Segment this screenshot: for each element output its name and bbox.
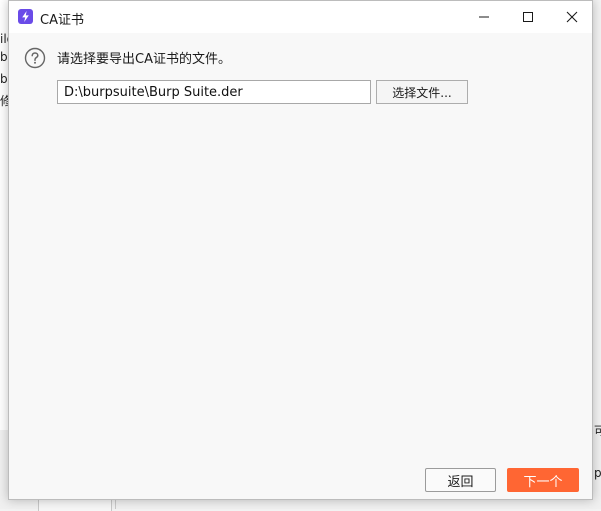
background-text-fragment: 修 xyxy=(0,94,8,108)
minimize-button[interactable] xyxy=(462,1,506,33)
export-prompt-text: 请选择要导出CA证书的文件。 xyxy=(57,52,231,67)
question-mark-icon xyxy=(24,47,46,69)
close-button[interactable] xyxy=(550,1,594,33)
background-text-fragment: b xyxy=(0,72,8,86)
close-icon xyxy=(566,11,578,23)
background-text-fragment: p xyxy=(594,466,601,480)
file-path-input[interactable] xyxy=(57,80,371,104)
next-button[interactable]: 下一个 xyxy=(507,468,579,492)
back-button[interactable]: 返回 xyxy=(425,468,496,492)
minimize-icon xyxy=(479,16,489,18)
app-lightning-icon xyxy=(18,9,33,24)
background-text-fragment: ilo xyxy=(0,32,8,46)
background-text-fragment: 可 xyxy=(594,424,601,438)
dialog-title: CA证书 xyxy=(40,13,84,28)
background-text-fragment: b xyxy=(0,50,8,64)
background-divider xyxy=(115,500,116,509)
ca-certificate-dialog: CA证书 请选择要导出CA证书的文件。 选择文件... 返回 下一个 xyxy=(8,0,593,500)
title-bar[interactable]: CA证书 xyxy=(9,1,592,33)
background-app-left-edge: ilo b b 修 xyxy=(0,0,8,430)
choose-file-button[interactable]: 选择文件... xyxy=(376,80,468,104)
maximize-icon xyxy=(523,12,533,22)
maximize-button[interactable] xyxy=(506,1,550,33)
